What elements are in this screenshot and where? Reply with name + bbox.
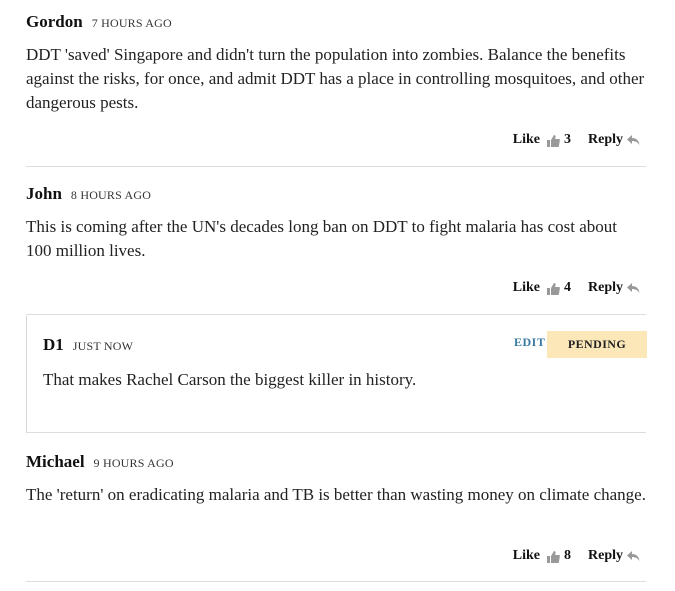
reply-label: Reply (588, 548, 623, 563)
comment-divider (26, 581, 646, 582)
like-button[interactable]: Like 8 (513, 548, 571, 564)
like-count: 3 (564, 132, 571, 147)
comment-author[interactable]: Michael (26, 452, 85, 472)
edit-button[interactable]: EDIT (514, 335, 545, 350)
comment: Michael 9 HOURS AGO The 'return' on erad… (26, 452, 646, 507)
comment-header: Michael 9 HOURS AGO (26, 452, 646, 472)
reply-button[interactable]: Reply (588, 548, 640, 564)
reply-button[interactable]: Reply (588, 132, 640, 148)
comment-actions: Like 4 Reply (513, 280, 640, 296)
comment-timestamp: 9 HOURS AGO (93, 456, 174, 470)
pending-status-badge: PENDING (547, 331, 647, 358)
reply-label: Reply (588, 132, 623, 147)
comment-body: DDT 'saved' Singapore and didn't turn th… (26, 45, 645, 112)
comment-actions: Like 3 Reply (513, 132, 640, 148)
comment: Gordon 7 HOURS AGO DDT 'saved' Singapore… (26, 12, 646, 115)
thumbs-up-icon (547, 134, 560, 147)
comment-header: D1 JUST NOW (43, 335, 133, 355)
comment-thread: Gordon 7 HOURS AGO DDT 'saved' Singapore… (0, 0, 675, 591)
reply-arrow-icon (627, 283, 640, 293)
comment-body: The 'return' on eradicating malaria and … (26, 485, 646, 504)
comment-divider (26, 166, 646, 167)
pending-reply: D1 JUST NOW EDIT PENDING That makes Rach… (26, 316, 647, 433)
thumbs-up-icon (547, 282, 560, 295)
comment-body: That makes Rachel Carson the biggest kil… (43, 370, 417, 389)
reply-arrow-icon (627, 135, 640, 145)
reply-button[interactable]: Reply (588, 280, 640, 296)
comment-author[interactable]: John (26, 184, 62, 204)
comment-body: This is coming after the UN's decades lo… (26, 217, 617, 260)
comment-header: John 8 HOURS AGO (26, 184, 646, 204)
comment-timestamp: JUST NOW (72, 339, 134, 353)
comment-timestamp: 7 HOURS AGO (91, 16, 172, 30)
comment: John 8 HOURS AGO This is coming after th… (26, 184, 646, 263)
comment-divider (26, 314, 646, 315)
like-label: Like (512, 280, 540, 295)
like-count: 4 (564, 280, 571, 295)
reply-label: Reply (588, 280, 623, 295)
like-label: Like (512, 132, 540, 147)
comment-header: Gordon 7 HOURS AGO (26, 12, 646, 32)
comment-author[interactable]: D1 (43, 335, 64, 355)
comment-actions: Like 8 Reply (513, 548, 640, 564)
like-button[interactable]: Like 3 (513, 132, 571, 148)
like-button[interactable]: Like 4 (513, 280, 571, 296)
comment-author[interactable]: Gordon (26, 12, 83, 32)
like-count: 8 (564, 548, 571, 563)
comment-timestamp: 8 HOURS AGO (70, 188, 152, 202)
reply-arrow-icon (627, 551, 640, 561)
thumbs-up-icon (547, 550, 560, 563)
like-label: Like (512, 548, 540, 563)
